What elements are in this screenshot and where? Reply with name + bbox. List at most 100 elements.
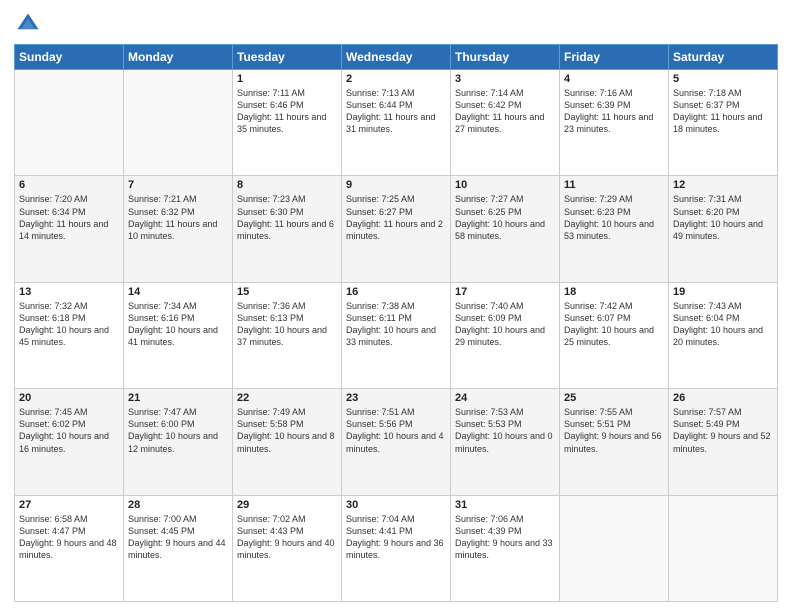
calendar-cell: 19 Sunrise: 7:43 AMSunset: 6:04 PMDayligh… <box>669 282 778 388</box>
calendar-cell: 25Sunrise: 7:55 AMSunset: 5:51 PMDayligh… <box>560 389 669 495</box>
day-number: 7 <box>128 179 228 191</box>
calendar-cell: 6Sunrise: 7:20 AMSunset: 6:34 PMDaylight… <box>15 176 124 282</box>
calendar-cell <box>560 495 669 601</box>
calendar-cell: 2 Sunrise: 7:13 AMSunset: 6:44 PMDaylight… <box>342 70 451 176</box>
calendar-header-sunday: Sunday <box>15 45 124 70</box>
calendar-cell: 7 Sunrise: 7:21 AMSunset: 6:32 PMDaylight… <box>124 176 233 282</box>
day-info: Sunrise: 7:29 AMSunset: 6:23 PMDaylight:… <box>564 193 664 242</box>
day-info: Sunrise: 7:51 AMSunset: 5:56 PMDaylight:… <box>346 406 446 455</box>
day-info: Sunrise: 7:13 AMSunset: 6:44 PMDaylight:… <box>346 87 446 136</box>
calendar-header-wednesday: Wednesday <box>342 45 451 70</box>
calendar-cell: 27 Sunrise: 6:58 AMSunset: 4:47 PMDayligh… <box>15 495 124 601</box>
day-number: 24 <box>455 392 555 404</box>
day-number: 27 <box>19 499 119 511</box>
day-info: Sunrise: 7:20 AMSunset: 6:34 PMDaylight:… <box>19 193 119 242</box>
day-number: 1 <box>237 73 337 85</box>
day-number: 5 <box>673 73 773 85</box>
day-number: 30 <box>346 499 446 511</box>
day-number: 11 <box>564 179 664 191</box>
day-info: Sunrise: 7:06 AMSunset: 4:39 PMDaylight:… <box>455 513 555 562</box>
calendar-cell: 12 Sunrise: 7:31 AMSunset: 6:20 PMDayligh… <box>669 176 778 282</box>
calendar-cell: 26 Sunrise: 7:57 AMSunset: 5:49 PMDayligh… <box>669 389 778 495</box>
calendar-cell: 31 Sunrise: 7:06 AMSunset: 4:39 PMDayligh… <box>451 495 560 601</box>
day-number: 18 <box>564 286 664 298</box>
calendar-cell: 1 Sunrise: 7:11 AMSunset: 6:46 PMDaylight… <box>233 70 342 176</box>
calendar-cell: 5 Sunrise: 7:18 AMSunset: 6:37 PMDaylight… <box>669 70 778 176</box>
day-number: 28 <box>128 499 228 511</box>
day-number: 19 <box>673 286 773 298</box>
day-info: Sunrise: 7:47 AMSunset: 6:00 PMDaylight:… <box>128 406 228 455</box>
day-info: Sunrise: 7:38 AMSunset: 6:11 PMDaylight:… <box>346 300 446 349</box>
calendar-header-thursday: Thursday <box>451 45 560 70</box>
day-info: Sunrise: 7:25 AMSunset: 6:27 PMDaylight:… <box>346 193 446 242</box>
day-number: 23 <box>346 392 446 404</box>
day-info: Sunrise: 6:58 AMSunset: 4:47 PMDaylight:… <box>19 513 119 562</box>
day-number: 31 <box>455 499 555 511</box>
calendar-cell: 3 Sunrise: 7:14 AMSunset: 6:42 PMDaylight… <box>451 70 560 176</box>
day-number: 17 <box>455 286 555 298</box>
calendar-header-saturday: Saturday <box>669 45 778 70</box>
day-number: 8 <box>237 179 337 191</box>
calendar-cell: 20 Sunrise: 7:45 AMSunset: 6:02 PMDayligh… <box>15 389 124 495</box>
day-info: Sunrise: 7:16 AMSunset: 6:39 PMDaylight:… <box>564 87 664 136</box>
calendar-header-row: SundayMondayTuesdayWednesdayThursdayFrid… <box>15 45 778 70</box>
calendar-cell: 13Sunrise: 7:32 AMSunset: 6:18 PMDayligh… <box>15 282 124 388</box>
calendar-cell: 22Sunrise: 7:49 AMSunset: 5:58 PMDayligh… <box>233 389 342 495</box>
day-info: Sunrise: 7:57 AMSunset: 5:49 PMDaylight:… <box>673 406 773 455</box>
calendar-header-tuesday: Tuesday <box>233 45 342 70</box>
calendar-header-monday: Monday <box>124 45 233 70</box>
calendar-week-row: 20 Sunrise: 7:45 AMSunset: 6:02 PMDayligh… <box>15 389 778 495</box>
calendar-cell: 4 Sunrise: 7:16 AMSunset: 6:39 PMDaylight… <box>560 70 669 176</box>
calendar-cell: 21 Sunrise: 7:47 AMSunset: 6:00 PMDayligh… <box>124 389 233 495</box>
day-info: Sunrise: 7:55 AMSunset: 5:51 PMDaylight:… <box>564 406 664 455</box>
calendar-cell <box>124 70 233 176</box>
day-info: Sunrise: 7:02 AMSunset: 4:43 PMDaylight:… <box>237 513 337 562</box>
day-info: Sunrise: 7:42 AMSunset: 6:07 PMDaylight:… <box>564 300 664 349</box>
day-info: Sunrise: 7:21 AMSunset: 6:32 PMDaylight:… <box>128 193 228 242</box>
calendar-cell: 28Sunrise: 7:00 AMSunset: 4:45 PMDayligh… <box>124 495 233 601</box>
calendar-cell: 16Sunrise: 7:38 AMSunset: 6:11 PMDayligh… <box>342 282 451 388</box>
day-number: 15 <box>237 286 337 298</box>
calendar-header-friday: Friday <box>560 45 669 70</box>
day-info: Sunrise: 7:53 AMSunset: 5:53 PMDaylight:… <box>455 406 555 455</box>
calendar-cell <box>669 495 778 601</box>
day-number: 10 <box>455 179 555 191</box>
day-info: Sunrise: 7:34 AMSunset: 6:16 PMDaylight:… <box>128 300 228 349</box>
day-number: 4 <box>564 73 664 85</box>
calendar-cell: 11 Sunrise: 7:29 AMSunset: 6:23 PMDayligh… <box>560 176 669 282</box>
day-info: Sunrise: 7:11 AMSunset: 6:46 PMDaylight:… <box>237 87 337 136</box>
calendar-week-row: 27 Sunrise: 6:58 AMSunset: 4:47 PMDayligh… <box>15 495 778 601</box>
day-info: Sunrise: 7:40 AMSunset: 6:09 PMDaylight:… <box>455 300 555 349</box>
day-info: Sunrise: 7:43 AMSunset: 6:04 PMDaylight:… <box>673 300 773 349</box>
day-info: Sunrise: 7:04 AMSunset: 4:41 PMDaylight:… <box>346 513 446 562</box>
calendar-cell: 9 Sunrise: 7:25 AMSunset: 6:27 PMDaylight… <box>342 176 451 282</box>
day-info: Sunrise: 7:49 AMSunset: 5:58 PMDaylight:… <box>237 406 337 455</box>
day-number: 2 <box>346 73 446 85</box>
day-info: Sunrise: 7:31 AMSunset: 6:20 PMDaylight:… <box>673 193 773 242</box>
logo-icon <box>14 10 42 38</box>
day-info: Sunrise: 7:14 AMSunset: 6:42 PMDaylight:… <box>455 87 555 136</box>
day-number: 13 <box>19 286 119 298</box>
calendar-cell: 23 Sunrise: 7:51 AMSunset: 5:56 PMDayligh… <box>342 389 451 495</box>
day-number: 21 <box>128 392 228 404</box>
day-number: 14 <box>128 286 228 298</box>
calendar-cell: 10 Sunrise: 7:27 AMSunset: 6:25 PMDayligh… <box>451 176 560 282</box>
day-info: Sunrise: 7:45 AMSunset: 6:02 PMDaylight:… <box>19 406 119 455</box>
calendar-cell: 18 Sunrise: 7:42 AMSunset: 6:07 PMDayligh… <box>560 282 669 388</box>
day-info: Sunrise: 7:27 AMSunset: 6:25 PMDaylight:… <box>455 193 555 242</box>
calendar-week-row: 1 Sunrise: 7:11 AMSunset: 6:46 PMDaylight… <box>15 70 778 176</box>
day-number: 3 <box>455 73 555 85</box>
calendar-cell: 29 Sunrise: 7:02 AMSunset: 4:43 PMDayligh… <box>233 495 342 601</box>
day-number: 29 <box>237 499 337 511</box>
calendar-cell: 15Sunrise: 7:36 AMSunset: 6:13 PMDayligh… <box>233 282 342 388</box>
calendar-week-row: 6Sunrise: 7:20 AMSunset: 6:34 PMDaylight… <box>15 176 778 282</box>
day-number: 26 <box>673 392 773 404</box>
day-number: 9 <box>346 179 446 191</box>
page: SundayMondayTuesdayWednesdayThursdayFrid… <box>0 0 792 612</box>
day-number: 12 <box>673 179 773 191</box>
calendar-cell: 8Sunrise: 7:23 AMSunset: 6:30 PMDaylight… <box>233 176 342 282</box>
day-info: Sunrise: 7:18 AMSunset: 6:37 PMDaylight:… <box>673 87 773 136</box>
logo <box>14 10 46 38</box>
day-number: 20 <box>19 392 119 404</box>
calendar-cell: 24 Sunrise: 7:53 AMSunset: 5:53 PMDayligh… <box>451 389 560 495</box>
